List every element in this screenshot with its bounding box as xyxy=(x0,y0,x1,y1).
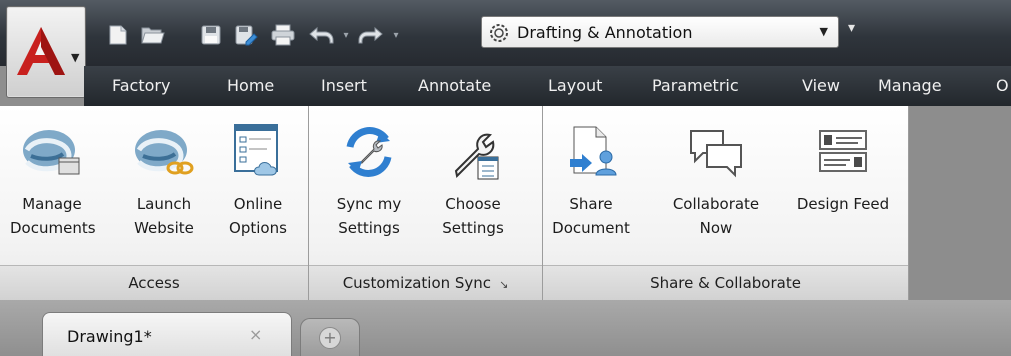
online-options-label-line2: Options xyxy=(229,219,287,237)
sync-my-settings-label-line1: Sync my xyxy=(336,195,402,213)
wrench-settings-icon xyxy=(454,133,499,180)
collaborate-now-label-line2: Now xyxy=(699,219,733,237)
close-icon[interactable]: × xyxy=(249,325,262,344)
online-options-label-line1: Online xyxy=(233,195,283,213)
design-feed-icon xyxy=(819,130,867,172)
plus-icon: + xyxy=(319,327,341,349)
undo-dropdown-icon[interactable]: ▾ xyxy=(338,22,354,48)
chat-bubbles-icon xyxy=(690,130,742,178)
panel-customization-sync: Sync my Settings Choose Settings Customi… xyxy=(309,106,543,300)
launch-website-label-line2: Website xyxy=(134,219,194,237)
save-as-icon[interactable] xyxy=(232,22,260,48)
panel-title-access: Access xyxy=(0,265,308,300)
tab-layout[interactable]: Layout xyxy=(548,76,602,95)
tab-insert[interactable]: Insert xyxy=(321,76,367,95)
manage-documents-label-line2: Documents xyxy=(10,219,96,237)
share-document-icon xyxy=(570,126,617,176)
tab-parametric[interactable]: Parametric xyxy=(652,76,739,95)
design-feed-button[interactable]: Design Feed xyxy=(783,112,903,216)
workspace-label: Drafting & Annotation xyxy=(517,23,693,42)
collaborate-now-label-line1: Collaborate xyxy=(672,195,760,213)
tab-factory[interactable]: Factory xyxy=(112,76,170,95)
choose-settings-label-line2: Settings xyxy=(442,219,504,237)
manage-documents-label-line1: Manage xyxy=(22,195,82,213)
title-bar: ▾ ▾ Drafting & Annotation ▼ ▾ xyxy=(0,0,1011,66)
ribbon-tabs: Factory Home Insert Annotate Layout Para… xyxy=(84,66,1011,106)
online-options-button[interactable]: Online Options xyxy=(218,112,298,240)
undo-icon[interactable] xyxy=(306,22,336,48)
design-feed-label: Design Feed xyxy=(796,195,890,213)
launch-website-icon xyxy=(135,130,194,175)
panel-customization-title: Customization Sync xyxy=(342,274,492,292)
share-document-label-line2: Document xyxy=(552,219,630,237)
tab-annotate[interactable]: Annotate xyxy=(418,76,491,95)
tab-overflow[interactable]: O xyxy=(996,76,1009,95)
new-drawing-tab[interactable]: + xyxy=(300,318,360,356)
file-tab-drawing1[interactable]: Drawing1* × xyxy=(42,312,292,356)
panel-launcher-icon[interactable]: ↘ xyxy=(499,278,508,291)
tab-home[interactable]: Home xyxy=(227,76,274,95)
choose-settings-button[interactable]: Choose Settings xyxy=(431,112,515,240)
plot-icon[interactable] xyxy=(268,22,298,48)
autocad-logo-icon xyxy=(17,27,65,75)
redo-icon[interactable] xyxy=(356,22,386,48)
panel-access: Manage Documents Launch Website Online O… xyxy=(0,106,309,300)
panel-title-share-collaborate: Share & Collaborate xyxy=(543,265,908,300)
panel-title-customization-sync: Customization Sync ↘ xyxy=(309,265,542,300)
workspace-dropdown[interactable]: Drafting & Annotation ▼ xyxy=(481,16,839,48)
share-document-button[interactable]: Share Document xyxy=(549,112,633,240)
gear-icon xyxy=(490,24,508,42)
manage-documents-icon xyxy=(23,130,80,175)
ribbon: Manage Documents Launch Website Online O… xyxy=(0,106,1011,300)
panel-share-title: Share & Collaborate xyxy=(650,274,801,292)
file-tab-label: Drawing1* xyxy=(67,327,152,346)
choose-settings-label-line1: Choose xyxy=(445,195,501,213)
sync-my-settings-label-line2: Settings xyxy=(338,219,400,237)
panel-access-title: Access xyxy=(128,274,180,292)
sync-icon xyxy=(346,127,392,177)
customize-quick-access-icon[interactable]: ▾ xyxy=(848,20,855,36)
chevron-down-icon: ▼ xyxy=(71,51,80,64)
sync-my-settings-button[interactable]: Sync my Settings xyxy=(327,112,411,240)
new-icon[interactable] xyxy=(104,22,132,48)
application-menu-button[interactable]: ▼ xyxy=(6,6,86,98)
launch-website-button[interactable]: Launch Website xyxy=(128,112,200,240)
open-icon[interactable] xyxy=(138,22,168,48)
chevron-down-icon: ▼ xyxy=(819,25,828,38)
tab-manage[interactable]: Manage xyxy=(878,76,942,95)
collaborate-now-button[interactable]: Collaborate Now xyxy=(657,112,775,240)
panel-share-collaborate: Share Document Collaborate Now Design Fe… xyxy=(543,106,909,300)
tab-view[interactable]: View xyxy=(802,76,840,95)
online-options-icon xyxy=(234,124,278,176)
share-document-label-line1: Share xyxy=(569,195,613,213)
manage-documents-button[interactable]: Manage Documents xyxy=(10,112,96,240)
file-tabs-bar: Drawing1* × + xyxy=(0,300,1011,356)
launch-website-label-line1: Launch xyxy=(136,195,192,213)
save-icon[interactable] xyxy=(198,22,224,48)
redo-dropdown-icon[interactable]: ▾ xyxy=(388,22,404,48)
